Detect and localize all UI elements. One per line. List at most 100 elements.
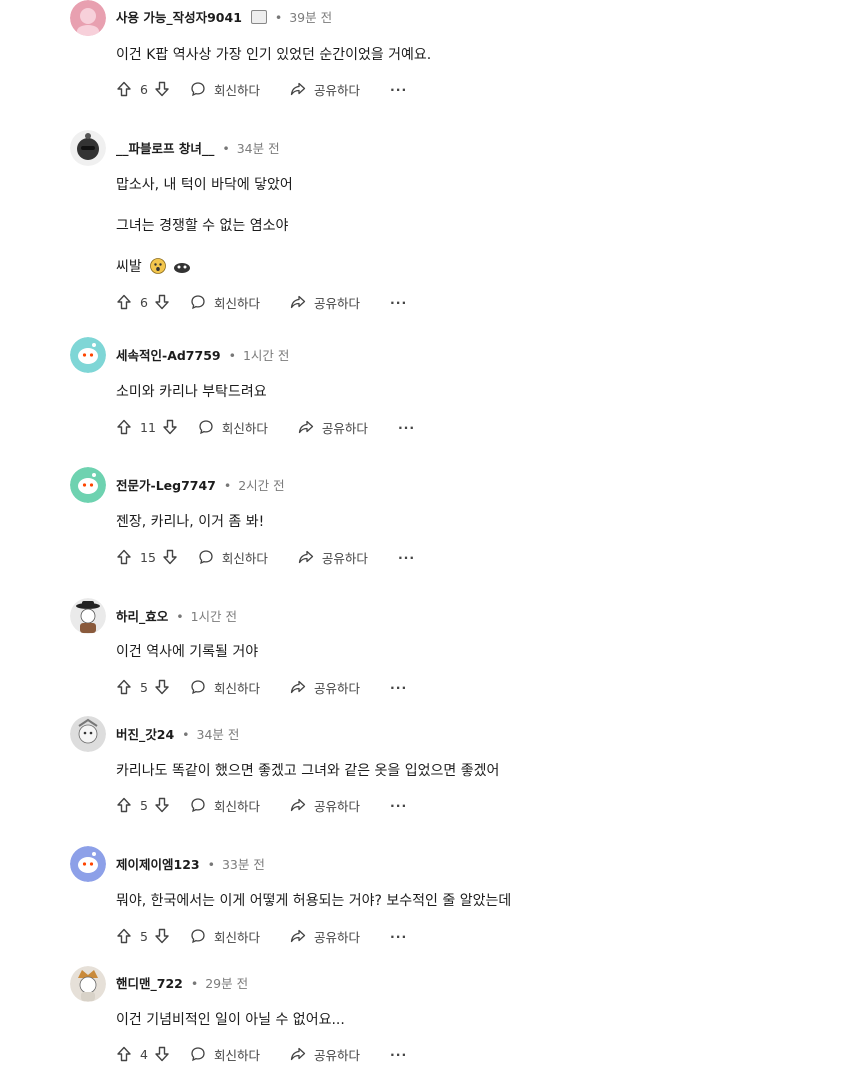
upvote-icon: [117, 679, 131, 695]
comment-meta: 하리_효오 • 1시간 전: [116, 609, 237, 625]
downvote-button[interactable]: [154, 294, 170, 310]
timestamp[interactable]: 1시간 전: [243, 348, 289, 363]
upvote-icon: [117, 419, 131, 435]
share-button[interactable]: 공유하다: [298, 418, 368, 437]
more-options-button[interactable]: ···: [390, 929, 407, 944]
share-button[interactable]: 공유하다: [290, 293, 360, 312]
downvote-button[interactable]: [154, 797, 170, 813]
share-button[interactable]: 공유하다: [290, 678, 360, 697]
upvote-button[interactable]: [116, 549, 132, 565]
upvote-button[interactable]: [116, 1046, 132, 1062]
author-name[interactable]: 제이제이엠123: [116, 857, 200, 872]
downvote-icon: [155, 797, 169, 813]
more-options-button[interactable]: ···: [390, 680, 407, 695]
share-label: 공유하다: [313, 1047, 360, 1063]
avatar[interactable]: [70, 0, 106, 36]
upvote-button[interactable]: [116, 679, 132, 695]
more-options-button[interactable]: ···: [390, 1047, 407, 1062]
reply-button[interactable]: 회신하다: [190, 927, 260, 946]
reply-button[interactable]: 회신하다: [198, 548, 268, 567]
more-options-button[interactable]: ···: [390, 798, 407, 813]
separator-dot: •: [176, 609, 184, 624]
downvote-icon: [155, 928, 169, 944]
comment-actions: 5 회신하다 공유하다 ···: [116, 926, 407, 946]
author-name[interactable]: 하리_효오: [116, 609, 168, 624]
upvote-button[interactable]: [116, 294, 132, 310]
share-label: 공유하다: [313, 798, 360, 814]
timestamp[interactable]: 2시간 전: [238, 478, 284, 493]
comment-actions: 4 회신하다 공유하다 ···: [116, 1044, 407, 1064]
separator-dot: •: [182, 727, 190, 742]
more-options-button[interactable]: ···: [390, 295, 407, 310]
downvote-icon: [163, 549, 177, 565]
share-icon: [298, 550, 314, 564]
reply-button[interactable]: 회신하다: [198, 418, 268, 437]
share-label: 공유하다: [313, 929, 360, 945]
reply-button[interactable]: 회신하다: [190, 678, 260, 697]
downvote-button[interactable]: [154, 679, 170, 695]
avatar[interactable]: [70, 467, 106, 503]
avatar[interactable]: [70, 966, 106, 1002]
share-button[interactable]: 공유하다: [290, 80, 360, 99]
downvote-button[interactable]: [154, 81, 170, 97]
comment-bubble-icon: [191, 1047, 205, 1062]
comment-text: 맙소사, 내 턱이 바닥에 닿았어: [116, 177, 293, 193]
author-name[interactable]: 세속적인-Ad7759: [116, 348, 221, 363]
upvote-icon: [117, 81, 131, 97]
timestamp[interactable]: 33분 전: [222, 857, 265, 872]
separator-dot: •: [190, 976, 199, 991]
author-name[interactable]: 사용 가능_작성자9041: [116, 10, 242, 25]
downvote-icon: [155, 1046, 169, 1062]
reply-button[interactable]: 회신하다: [190, 796, 260, 815]
upvote-icon: [117, 928, 131, 944]
comment-text-with-emoji: 씨발: [116, 258, 191, 276]
share-label: 공유하다: [313, 295, 360, 311]
share-button[interactable]: 공유하다: [290, 796, 360, 815]
author-name[interactable]: __파블로프 창녀__: [116, 141, 214, 156]
timestamp[interactable]: 34분 전: [197, 727, 240, 742]
avatar[interactable]: [70, 130, 106, 166]
vote-count: 5: [140, 797, 148, 813]
timestamp[interactable]: 29분 전: [205, 976, 248, 991]
timestamp[interactable]: 1시간 전: [191, 609, 237, 624]
timestamp[interactable]: 39분 전: [289, 10, 332, 25]
avatar[interactable]: [70, 337, 106, 373]
upvote-button[interactable]: [116, 797, 132, 813]
comment-bubble-icon: [191, 82, 205, 97]
avatar[interactable]: [70, 716, 106, 752]
comment-actions: 15 회신하다 공유하다 ···: [116, 547, 415, 567]
upvote-button[interactable]: [116, 81, 132, 97]
downvote-button[interactable]: [154, 1046, 170, 1062]
comment-bubble-icon: [191, 295, 205, 310]
reply-button[interactable]: 회신하다: [190, 1045, 260, 1064]
reply-button[interactable]: 회신하다: [190, 293, 260, 312]
downvote-button[interactable]: [162, 549, 178, 565]
separator-dot: •: [222, 141, 230, 156]
share-button[interactable]: 공유하다: [290, 1045, 360, 1064]
author-name[interactable]: 버진_갓24: [116, 727, 174, 742]
more-options-button[interactable]: ···: [398, 550, 415, 565]
avatar[interactable]: [70, 846, 106, 882]
shocked-face-emoji-icon: [150, 258, 167, 274]
reply-label: 회신하다: [213, 798, 260, 814]
reply-button[interactable]: 회신하다: [190, 80, 260, 99]
more-options-button[interactable]: ···: [390, 82, 407, 97]
upvote-button[interactable]: [116, 928, 132, 944]
vote-count: 4: [140, 1046, 148, 1062]
author-name[interactable]: 핸디맨_722: [116, 976, 183, 991]
share-button[interactable]: 공유하다: [298, 548, 368, 567]
upvote-button[interactable]: [116, 419, 132, 435]
more-options-button[interactable]: ···: [398, 420, 415, 435]
timestamp[interactable]: 34분 전: [237, 141, 280, 156]
share-button[interactable]: 공유하다: [290, 927, 360, 946]
author-name[interactable]: 전문가-Leg7747: [116, 478, 216, 493]
comment-text: 이건 K팝 역사상 가장 인기 있었던 순간이었을 거예요.: [116, 47, 432, 63]
avatar[interactable]: [70, 598, 106, 634]
comment-bubble-icon: [199, 420, 213, 435]
share-label: 공유하다: [313, 680, 360, 696]
vote-count: 5: [140, 679, 148, 695]
downvote-button[interactable]: [162, 419, 178, 435]
share-icon: [290, 295, 306, 309]
user-avatar-icon: [70, 598, 106, 634]
downvote-button[interactable]: [154, 928, 170, 944]
